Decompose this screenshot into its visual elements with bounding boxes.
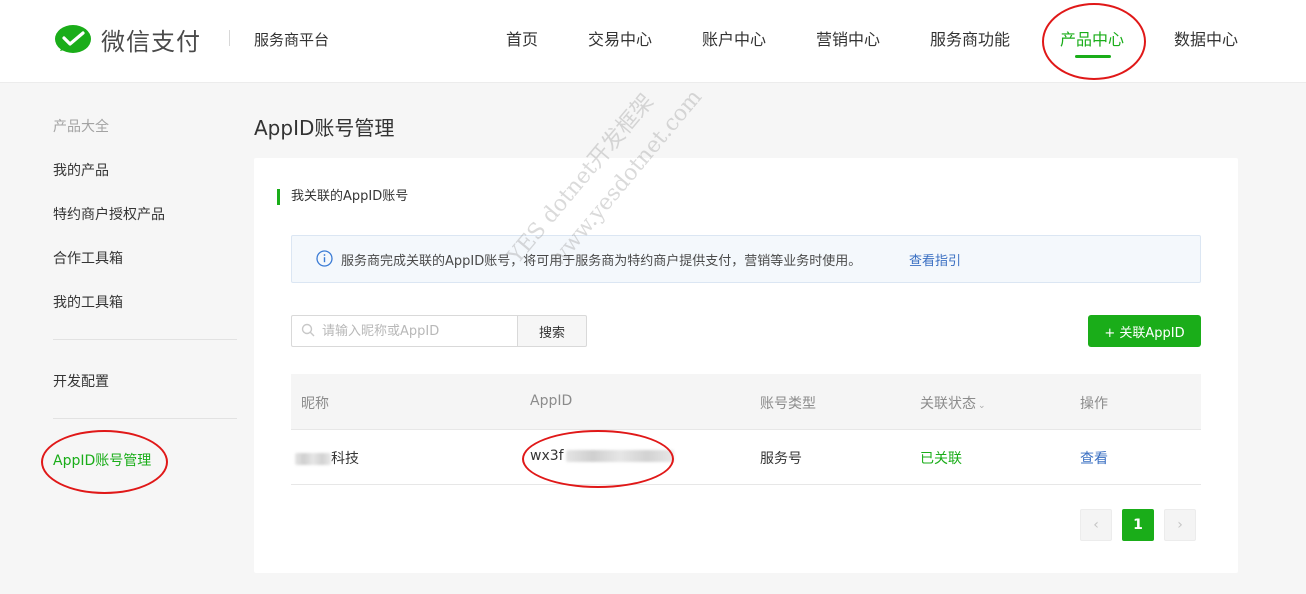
nav-trade-center[interactable]: 交易中心 (588, 26, 652, 50)
page-title: AppID账号管理 (254, 116, 395, 140)
nav-product-center[interactable]: 产品中心 (1060, 26, 1124, 50)
nav-account-center[interactable]: 账户中心 (702, 26, 766, 50)
notice-text: 服务商完成关联的AppID账号，将可用于服务商为特约商户提供支付，营销等业务时使… (341, 254, 862, 269)
column-header-link-status[interactable]: 关联状态 ⌄ (920, 393, 986, 413)
sidebar-group-title: 产品大全 (53, 119, 109, 135)
column-header-label: 关联状态 (920, 396, 976, 412)
pagination-prev-button[interactable]: ‹ (1080, 509, 1112, 541)
nav-active-indicator (1075, 55, 1111, 58)
sidebar-item-merchant-auth-products[interactable]: 特约商户授权产品 (53, 204, 165, 224)
brand-name: 微信支付 (101, 28, 201, 56)
sidebar-item-partner-toolbox[interactable]: 合作工具箱 (53, 248, 123, 268)
sidebar-item-my-products[interactable]: 我的产品 (53, 160, 109, 180)
pagination-next-button[interactable]: › (1164, 509, 1196, 541)
chevron-down-icon: ⌄ (978, 401, 986, 411)
search-input[interactable] (291, 315, 518, 347)
section-title: 我关联的AppID账号 (277, 189, 408, 205)
brand-logo[interactable]: 微信支付 (54, 22, 201, 57)
platform-name: 服务商平台 (254, 31, 330, 49)
cell-nickname-text: 科技 (331, 451, 359, 467)
info-icon (316, 250, 333, 267)
cell-nickname: 科技 (295, 448, 359, 468)
cell-appid-text: wx3f (530, 448, 564, 464)
nav-home[interactable]: 首页 (506, 26, 538, 50)
sidebar-divider (53, 339, 237, 340)
header-divider (229, 30, 230, 46)
wechat-pay-logo-icon (55, 24, 91, 53)
cell-account-type: 服务号 (760, 451, 802, 467)
column-header-appid: AppID (530, 393, 573, 409)
sidebar-item-my-toolbox[interactable]: 我的工具箱 (53, 292, 123, 312)
pagination-page-1[interactable]: 1 (1122, 509, 1154, 541)
sidebar-divider (53, 418, 237, 419)
cell-status-badge: 已关联 (920, 451, 962, 467)
table-header (291, 374, 1201, 430)
view-link[interactable]: 查看 (1080, 448, 1108, 468)
search-button[interactable]: 搜索 (517, 315, 587, 347)
redacted-text (295, 453, 331, 465)
table-row (291, 430, 1201, 485)
add-appid-button[interactable]: + 关联AppID (1088, 315, 1201, 347)
sidebar-item-appid-management[interactable]: AppID账号管理 (53, 450, 151, 470)
nav-provider-functions[interactable]: 服务商功能 (930, 26, 1010, 50)
column-header-nickname: 昵称 (301, 396, 329, 412)
search-icon (301, 323, 315, 337)
nav-data-center[interactable]: 数据中心 (1174, 26, 1238, 50)
sidebar-item-dev-config[interactable]: 开发配置 (53, 371, 109, 391)
nav-marketing-center[interactable]: 营销中心 (816, 26, 880, 50)
view-guide-link[interactable]: 查看指引 (909, 250, 961, 269)
column-header-account-type: 账号类型 (760, 396, 816, 412)
cell-appid: wx3f (530, 448, 674, 464)
column-header-action: 操作 (1080, 396, 1108, 412)
redacted-text (565, 450, 674, 462)
